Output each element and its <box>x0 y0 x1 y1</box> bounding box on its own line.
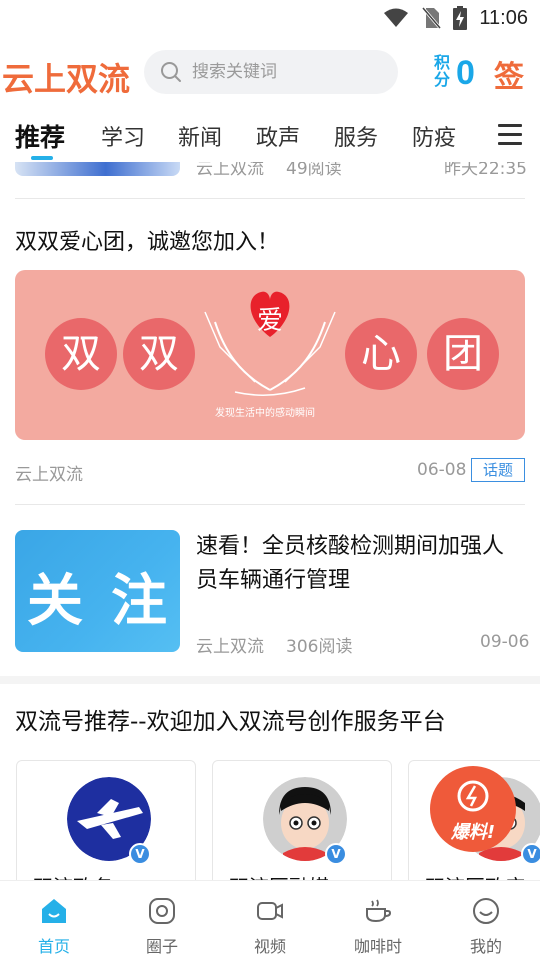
baoliao-button[interactable]: 爆料! <box>428 764 518 854</box>
topic-title: 双双爱心团，诚邀您加入！ <box>15 230 280 255</box>
article-thumbnail <box>15 162 180 176</box>
tab-service[interactable]: 服务 <box>334 120 378 152</box>
nav-label: 视频 <box>253 937 286 956</box>
list-item[interactable]: 云上双流 49阅读 昨天22:35 <box>0 162 540 198</box>
profile-icon <box>473 898 499 924</box>
divider <box>15 504 525 505</box>
baoliao-label: 爆料! <box>450 822 496 843</box>
status-icons: 11:06 <box>383 6 528 30</box>
active-tab-indicator <box>31 156 53 160</box>
points-value: 0 <box>456 54 475 92</box>
banner-char: 双 <box>123 318 195 390</box>
banner-heart-char: 爱 <box>256 306 283 336</box>
status-bar: 11:06 <box>0 0 540 36</box>
nav-label: 咖啡时 <box>353 937 402 956</box>
nav-label: 我的 <box>469 937 502 956</box>
thumbnail-char: 注 <box>111 569 167 634</box>
points-label: 积分 <box>434 53 451 89</box>
topic-banner: 双 双 爱 发现生活中的感动瞬间 心 团 <box>15 270 525 440</box>
sign-in-button[interactable]: 签 <box>494 52 524 96</box>
nav-profile[interactable]: 我的 <box>432 881 540 960</box>
verified-icon: V <box>521 843 540 865</box>
article-title: 速看！全员核酸检测期间加强人员车辆通行管理 <box>196 534 505 593</box>
points-widget[interactable]: 积分 0 <box>434 54 484 94</box>
search-input[interactable] <box>192 62 382 82</box>
article-source: 云上双流 <box>196 162 264 179</box>
account-card[interactable]: V 双流区融媒 <box>212 760 392 882</box>
tab-study[interactable]: 学习 <box>101 120 145 152</box>
article-thumbnail: 关 注 <box>15 530 180 652</box>
nav-home[interactable]: 首页 <box>0 881 108 960</box>
verified-icon: V <box>129 843 151 865</box>
article-date: 09-06 <box>480 632 530 652</box>
search-icon <box>161 62 181 82</box>
search-bar[interactable] <box>144 50 398 94</box>
banner-char: 心 <box>345 318 417 390</box>
nav-label: 圈子 <box>145 937 178 956</box>
topic-source: 云上双流 <box>15 465 83 485</box>
thumbnail-char: 关 <box>27 569 83 634</box>
section-title: 双流号推荐--欢迎加入双流号创作服务平台 <box>15 709 446 735</box>
article-source: 云上双流 <box>196 637 264 657</box>
account-card[interactable]: V 双流政务 <box>16 760 196 882</box>
bottom-nav: 首页 圈子 视频 咖啡时 我的 <box>0 880 540 960</box>
verified-icon: V <box>325 843 347 865</box>
nav-label: 首页 <box>37 937 70 956</box>
section-separator <box>0 676 540 684</box>
circle-icon <box>149 898 175 924</box>
topic-date: 06-08 <box>417 460 467 480</box>
article-time: 昨天22:35 <box>444 162 527 179</box>
tab-epidemic[interactable]: 防疫 <box>412 120 456 152</box>
nav-video[interactable]: 视频 <box>216 881 324 960</box>
article-reads: 49阅读 <box>286 162 342 179</box>
app-header: 云上双流 积分 0 签 <box>0 40 540 106</box>
category-tabs: 推荐 学习 新闻 政声 服务 防疫 <box>0 112 540 162</box>
banner-caption: 发现生活中的感动瞬间 <box>215 408 315 419</box>
battery-charging-icon <box>453 6 468 30</box>
tab-news[interactable]: 新闻 <box>178 120 222 152</box>
article-reads: 306阅读 <box>286 637 353 657</box>
menu-icon[interactable] <box>498 124 522 146</box>
divider <box>15 198 525 199</box>
tab-government[interactable]: 政声 <box>256 120 300 152</box>
status-time: 11:06 <box>479 6 528 29</box>
app-logo: 云上双流 <box>2 60 131 98</box>
home-icon <box>42 899 66 923</box>
video-icon <box>257 902 283 920</box>
topic-tag[interactable]: 话题 <box>471 458 525 482</box>
banner-char: 团 <box>427 318 499 390</box>
nav-coffee[interactable]: 咖啡时 <box>324 881 432 960</box>
nav-circle[interactable]: 圈子 <box>108 881 216 960</box>
coffee-icon <box>366 899 392 923</box>
no-sim-icon <box>422 7 442 29</box>
wifi-icon <box>384 8 409 27</box>
tab-recommend[interactable]: 推荐 <box>15 118 65 154</box>
banner-char: 双 <box>45 318 117 390</box>
